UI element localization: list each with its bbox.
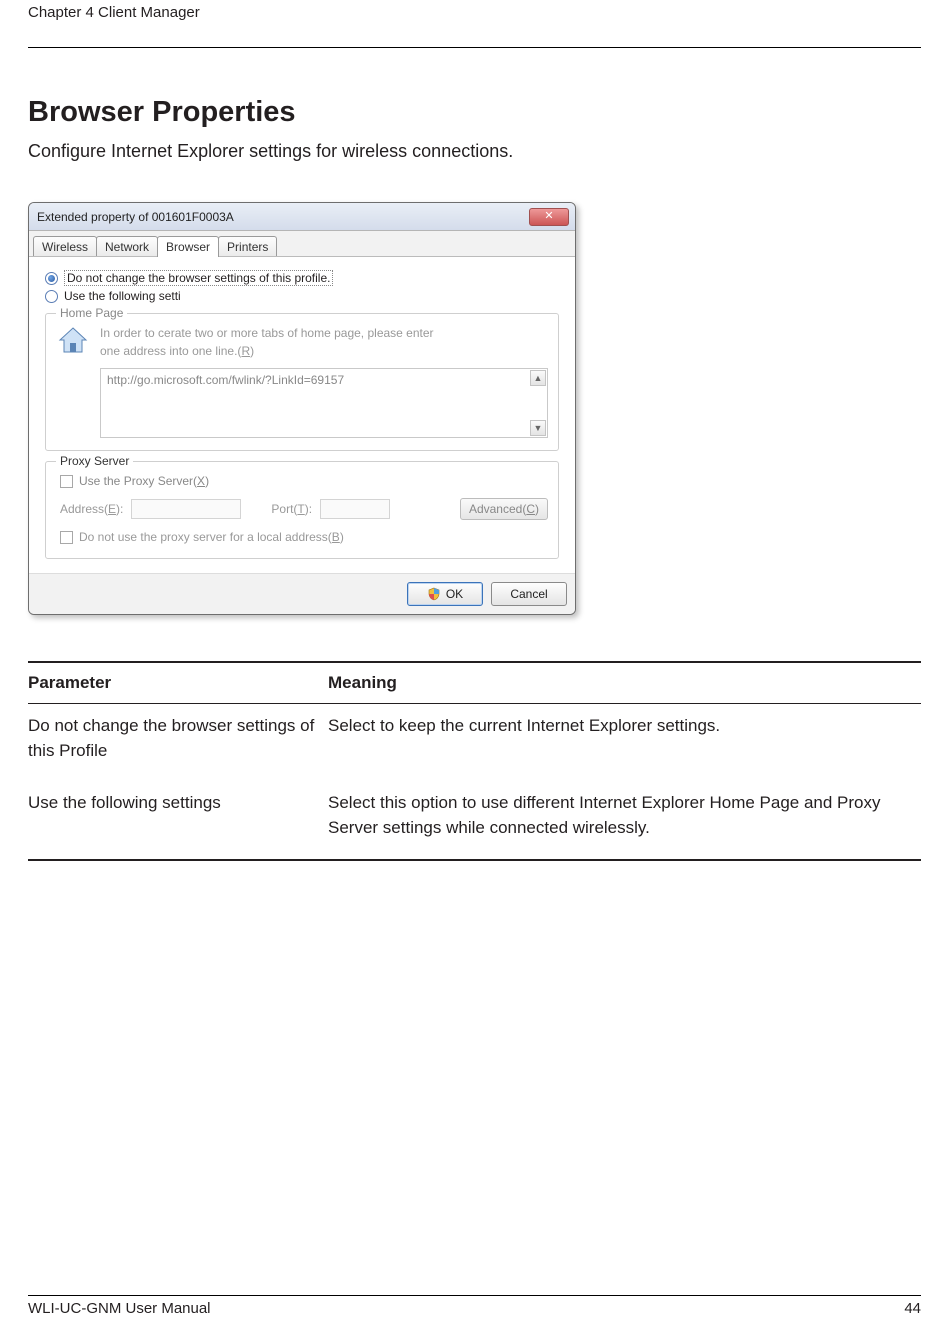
table-row: Use the following settings Select this o… xyxy=(28,781,921,859)
radio-no-change-label: Do not change the browser settings of th… xyxy=(64,270,333,286)
shield-icon xyxy=(427,587,441,601)
param-cell: Do not change the browser settings of th… xyxy=(28,704,328,781)
scroll-down-button[interactable]: ▼ xyxy=(530,420,546,436)
address-label: Address(E): xyxy=(60,502,123,516)
page-footer: WLI-UC-GNM User Manual 44 xyxy=(28,1295,921,1317)
cancel-button[interactable]: Cancel xyxy=(491,582,567,606)
radio-use-following-label: Use the following setti xyxy=(64,289,181,303)
tab-wireless[interactable]: Wireless xyxy=(33,236,97,256)
dialog-body: Do not change the browser settings of th… xyxy=(29,257,575,573)
tab-printers[interactable]: Printers xyxy=(218,236,277,256)
cancel-label: Cancel xyxy=(510,587,547,601)
ok-label: OK xyxy=(446,587,463,601)
checkbox-use-proxy[interactable] xyxy=(60,475,73,488)
meaning-cell: Select this option to use different Inte… xyxy=(328,781,921,859)
home-page-legend: Home Page xyxy=(56,306,127,320)
th-meaning: Meaning xyxy=(328,663,921,704)
home-page-desc: In order to cerate two or more tabs of h… xyxy=(100,324,434,360)
tab-strip: Wireless Network Browser Printers xyxy=(29,231,575,257)
param-cell: Use the following settings xyxy=(28,781,328,859)
group-proxy-server: Proxy Server Use the Proxy Server(X) Add… xyxy=(45,461,559,559)
scroll-up-button[interactable]: ▲ xyxy=(530,370,546,386)
use-proxy-label: Use the Proxy Server(X) xyxy=(79,474,209,488)
th-parameter: Parameter xyxy=(28,663,328,704)
proxy-legend: Proxy Server xyxy=(56,454,133,468)
tab-browser[interactable]: Browser xyxy=(157,236,219,257)
dialog-footer: OK Cancel xyxy=(29,573,575,614)
ok-button[interactable]: OK xyxy=(407,582,483,606)
top-rule xyxy=(28,47,921,48)
titlebar: Extended property of 001601F0003A ✕ xyxy=(29,203,575,231)
section-intro: Configure Internet Explorer settings for… xyxy=(28,141,921,162)
close-icon: ✕ xyxy=(544,211,553,222)
parameter-table: Parameter Meaning Do not change the brow… xyxy=(28,661,921,861)
home-page-url-field[interactable]: http://go.microsoft.com/fwlink/?LinkId=6… xyxy=(100,368,548,438)
extended-property-dialog: Extended property of 001601F0003A ✕ Wire… xyxy=(28,202,576,615)
address-input[interactable] xyxy=(131,499,241,519)
dialog-title: Extended property of 001601F0003A xyxy=(37,210,234,224)
port-input[interactable] xyxy=(320,499,390,519)
section-title: Browser Properties xyxy=(28,96,921,129)
group-home-page: Home Page In order to cerate two or more… xyxy=(45,313,559,451)
meaning-cell: Select to keep the current Internet Expl… xyxy=(328,704,921,781)
footer-page-number: 44 xyxy=(904,1300,921,1317)
checkbox-no-proxy-local[interactable] xyxy=(60,531,73,544)
footer-manual: WLI-UC-GNM User Manual xyxy=(28,1300,211,1317)
table-row: Do not change the browser settings of th… xyxy=(28,704,921,781)
home-icon xyxy=(56,324,90,358)
home-page-url-value: http://go.microsoft.com/fwlink/?LinkId=6… xyxy=(107,373,344,387)
radio-no-change[interactable] xyxy=(45,272,58,285)
close-button[interactable]: ✕ xyxy=(529,208,569,226)
tab-network[interactable]: Network xyxy=(96,236,158,256)
port-label: Port(T): xyxy=(271,502,312,516)
radio-use-following[interactable] xyxy=(45,290,58,303)
no-proxy-local-label: Do not use the proxy server for a local … xyxy=(79,530,344,544)
chapter-label: Chapter 4 Client Manager xyxy=(28,4,921,21)
advanced-button[interactable]: Advanced(C) xyxy=(460,498,548,520)
